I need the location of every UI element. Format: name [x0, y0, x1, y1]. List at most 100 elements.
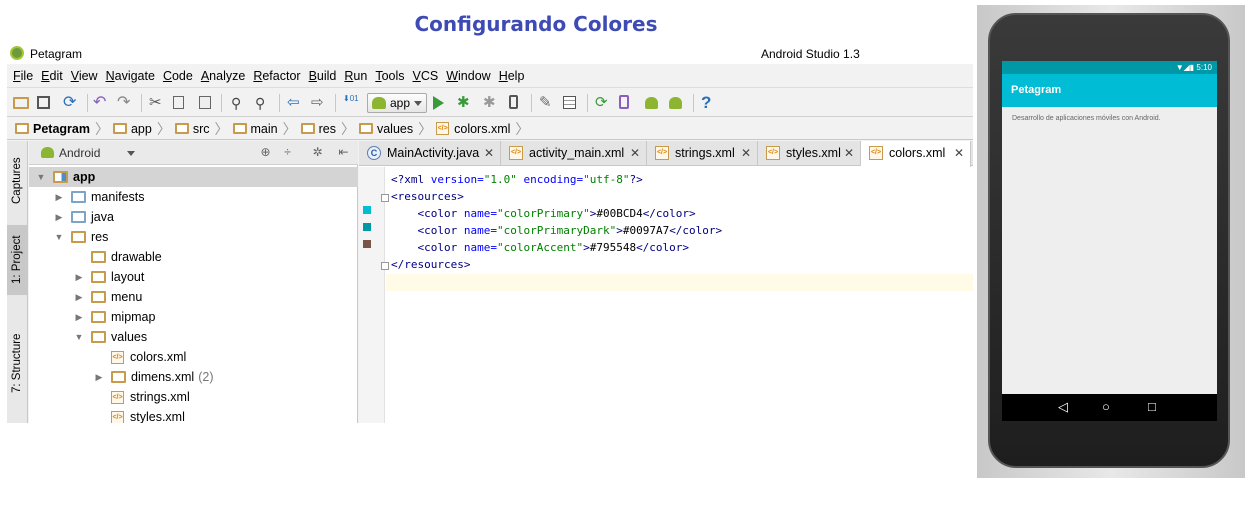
- run-config-select[interactable]: app: [367, 93, 427, 113]
- collapse-arrow-icon[interactable]: ▶: [73, 272, 85, 283]
- xml-file-icon: </>: [766, 146, 780, 160]
- android-monitor-icon[interactable]: [669, 97, 682, 109]
- tree-item-menu[interactable]: ▶ menu: [29, 287, 358, 307]
- menu-code[interactable]: Code: [163, 69, 193, 83]
- menu-view[interactable]: View: [71, 69, 98, 83]
- menu-run[interactable]: Run: [344, 69, 367, 83]
- tree-item-colors-xml[interactable]: </> colors.xml: [29, 347, 358, 367]
- home-nav-icon[interactable]: ○: [1102, 400, 1110, 414]
- fold-marker-icon[interactable]: [381, 194, 389, 202]
- hide-panel-icon[interactable]: ⇤: [337, 146, 350, 159]
- back-icon[interactable]: ⇦: [287, 95, 303, 111]
- color-primary-dark-swatch[interactable]: [363, 223, 371, 231]
- tab-mainactivity-java[interactable]: C MainActivity.java ✕: [359, 141, 501, 166]
- tab-project[interactable]: 1: Project: [7, 225, 28, 295]
- help-icon[interactable]: ?: [701, 94, 717, 111]
- tab-strings-xml[interactable]: </> strings.xml ✕: [647, 141, 758, 166]
- fold-marker-icon[interactable]: [381, 262, 389, 270]
- collapse-arrow-icon[interactable]: ▶: [73, 312, 85, 323]
- breadcrumb-item[interactable]: </> colors.xml 〉: [436, 119, 529, 139]
- tree-item-values[interactable]: ▼ values: [29, 327, 358, 347]
- tab-structure[interactable]: 7: Structure: [7, 319, 28, 407]
- tree-item-app[interactable]: ▼ app: [29, 167, 358, 187]
- expand-arrow-icon[interactable]: ▼: [73, 332, 85, 342]
- status-time: 5:10: [1196, 63, 1212, 72]
- tree-item-res[interactable]: ▼ res: [29, 227, 358, 247]
- sdk-manager-icon[interactable]: [645, 97, 658, 109]
- close-icon[interactable]: ✕: [844, 141, 854, 165]
- expand-arrow-icon[interactable]: ▼: [53, 232, 65, 242]
- tab-captures[interactable]: Captures: [7, 145, 28, 217]
- tree-item-strings-xml[interactable]: </> strings.xml: [29, 387, 358, 407]
- replace-icon[interactable]: ⚲: [255, 95, 271, 111]
- sync-icon[interactable]: ⟳: [63, 95, 79, 111]
- menu-refactor[interactable]: Refactor: [253, 69, 300, 83]
- tree-item-styles-xml[interactable]: </> styles.xml: [29, 407, 358, 423]
- color-primary-swatch[interactable]: [363, 206, 371, 214]
- folder-icon: [71, 211, 86, 223]
- tree-item-java[interactable]: ▶ java: [29, 207, 358, 227]
- tree-item-dimens-xml[interactable]: ▶ dimens.xml (2): [29, 367, 358, 387]
- menu-analyze[interactable]: Analyze: [201, 69, 245, 83]
- close-icon[interactable]: ✕: [741, 141, 751, 165]
- color-accent-swatch[interactable]: [363, 240, 371, 248]
- recents-nav-icon[interactable]: □: [1148, 400, 1156, 414]
- chevron-down-icon: [127, 151, 135, 156]
- redo-icon[interactable]: ↷: [117, 95, 133, 111]
- menu-file[interactable]: File: [13, 69, 33, 83]
- code-content[interactable]: <?xml version="1.0" encoding="utf-8"?> <…: [391, 171, 722, 273]
- find-icon[interactable]: ⚲: [231, 95, 247, 111]
- gear-icon[interactable]: ✲: [311, 146, 324, 159]
- breadcrumb-item[interactable]: values 〉: [358, 119, 432, 139]
- close-icon[interactable]: ✕: [630, 141, 640, 165]
- breadcrumb-item[interactable]: app 〉: [112, 119, 171, 139]
- folder-icon: [71, 191, 86, 203]
- menu-edit[interactable]: Edit: [41, 69, 63, 83]
- close-icon[interactable]: ✕: [954, 141, 964, 165]
- run-icon[interactable]: [433, 96, 444, 110]
- expand-arrow-icon[interactable]: ▼: [35, 172, 47, 182]
- tab-styles-xml[interactable]: </> styles.xml ✕: [758, 141, 861, 166]
- collapse-arrow-icon[interactable]: ▶: [93, 372, 105, 383]
- project-structure-icon[interactable]: [563, 96, 576, 109]
- menu-navigate[interactable]: Navigate: [106, 69, 155, 83]
- make-project-icon[interactable]: ⬇01: [343, 95, 359, 111]
- attach-debugger-icon[interactable]: ✱: [483, 95, 499, 111]
- menu-tools[interactable]: Tools: [375, 69, 404, 83]
- menu-vcs[interactable]: VCS: [413, 69, 439, 83]
- tree-item-mipmap[interactable]: ▶ mipmap: [29, 307, 358, 327]
- back-nav-icon[interactable]: ◁: [1058, 400, 1068, 414]
- save-icon[interactable]: [37, 96, 50, 109]
- navigation-bar: ◁ ○ □: [1002, 394, 1217, 421]
- breadcrumb-item[interactable]: Petagram 〉: [15, 119, 109, 139]
- forward-icon[interactable]: ⇨: [311, 95, 327, 111]
- collapse-arrow-icon[interactable]: ▶: [53, 192, 65, 203]
- tab-activity-main-xml[interactable]: </> activity_main.xml ✕: [501, 141, 647, 166]
- cut-icon[interactable]: ✂: [149, 95, 165, 111]
- breadcrumb-item[interactable]: res 〉: [300, 119, 355, 139]
- paste-icon[interactable]: [199, 96, 211, 109]
- settings-wrench-icon[interactable]: ✎: [539, 95, 555, 111]
- open-folder-icon[interactable]: [13, 97, 29, 109]
- breadcrumb-item[interactable]: src 〉: [174, 119, 229, 139]
- menu-window[interactable]: Window: [446, 69, 490, 83]
- debug-icon[interactable]: ✱: [457, 95, 473, 111]
- close-icon[interactable]: ✕: [484, 141, 494, 165]
- tab-colors-xml[interactable]: </> colors.xml ✕: [861, 141, 971, 167]
- collapse-all-icon[interactable]: ÷: [281, 146, 294, 159]
- collapse-arrow-icon[interactable]: ▶: [73, 292, 85, 303]
- project-view-select[interactable]: Android: [37, 144, 135, 162]
- menu-help[interactable]: Help: [499, 69, 525, 83]
- breadcrumb-item[interactable]: main 〉: [232, 119, 297, 139]
- tree-item-drawable[interactable]: drawable: [29, 247, 358, 267]
- copy-icon[interactable]: [173, 96, 184, 109]
- tree-item-layout[interactable]: ▶ layout: [29, 267, 358, 287]
- collapse-arrow-icon[interactable]: ▶: [53, 212, 65, 223]
- gradle-sync-icon[interactable]: ⟳: [595, 95, 611, 111]
- sync-scroll-icon[interactable]: ⊕: [259, 146, 272, 159]
- device-monitor-icon[interactable]: [509, 95, 518, 109]
- avd-manager-icon[interactable]: [619, 95, 629, 109]
- tree-item-manifests[interactable]: ▶ manifests: [29, 187, 358, 207]
- undo-icon[interactable]: ↶: [93, 95, 109, 111]
- menu-build[interactable]: Build: [309, 69, 337, 83]
